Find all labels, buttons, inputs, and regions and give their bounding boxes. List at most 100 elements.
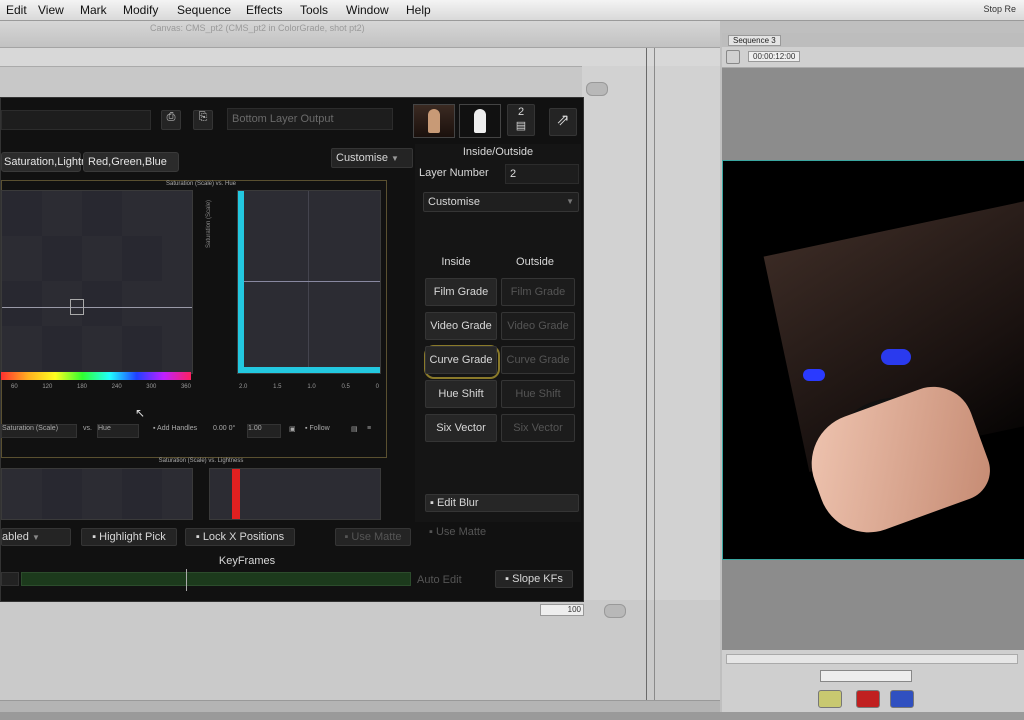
grid-cell [82,281,122,326]
saturation-range-graph[interactable] [237,190,381,374]
enabled-label: abled [2,531,29,543]
host-zoom-toggle[interactable] [604,604,626,618]
tab-sequence[interactable]: Sequence 3 [728,35,781,46]
color-grade-plugin-panel: ⎙ ⎘ Bottom Layer Output 2 ▤ ⇗ Saturation,… [0,97,584,602]
customise-dropdown[interactable]: Customise ▼ [423,192,579,212]
viewer-jog-control[interactable] [820,670,912,682]
preset-field[interactable] [1,110,151,130]
lock-x-positions-toggle[interactable]: ▪ Lock X Positions [185,528,295,546]
axis-select-label: Hue [98,425,111,432]
lightness-range-graph[interactable] [209,468,381,520]
use-matte-bottom-label: Use Matte [351,531,402,543]
menu-view[interactable]: View [38,3,64,17]
inside-grade-button[interactable]: Curve Grade [425,346,497,374]
zoom-field[interactable]: 100 [540,604,584,616]
outside-grade-button[interactable]: Film Grade [501,278,575,306]
overwrite-button[interactable] [890,690,914,708]
grid-cell [122,236,162,281]
layer-number-label: Layer Number [419,167,489,179]
chevron-down-icon: ▼ [31,533,40,542]
load-icon[interactable]: ⎘ [193,110,213,130]
matte-silhouette-icon [474,109,486,133]
customise-top-dropdown[interactable]: Customise ▼ [331,148,413,168]
matte-thumbnail[interactable] [459,104,501,138]
inside-grade-button[interactable]: Hue Shift [425,380,497,408]
graph-options-icon[interactable]: ▤ [351,425,358,433]
handle-value[interactable]: 0.00 0° [213,425,235,432]
original-layer-thumbnail[interactable] [413,104,455,138]
stop-recording-label[interactable]: Stop Re [983,4,1016,14]
menu-modify[interactable]: Modify [123,3,158,17]
keyframe-prev-button[interactable] [1,572,19,586]
menu-sequence[interactable]: Sequence [177,3,231,17]
scale-field[interactable]: 1.00 [247,424,281,438]
outside-grade-button[interactable]: Curve Grade [501,346,575,374]
viewer-transport-area [722,650,1024,712]
use-matte-bottom-toggle[interactable]: ▪ Use Matte [335,528,411,546]
menu-tools[interactable]: Tools [300,3,328,17]
face-icon [428,109,440,133]
slope-kfs-toggle[interactable]: ▪ Slope KFs [495,570,573,588]
highlight-pick-toggle[interactable]: ▪ Highlight Pick [81,528,177,546]
layer-count-button[interactable]: 2 ▤ [507,104,535,136]
curve-select[interactable]: Saturation (Scale) [1,424,77,438]
inside-grade-button[interactable]: Six Vector [425,414,497,442]
inside-grade-button[interactable]: Video Grade [425,312,497,340]
add-handles-checkbox[interactable]: ▪ Add Handles [153,425,197,432]
tab-red-green-blue[interactable]: Red,Green,Blue [83,152,179,172]
play-in-out-button[interactable] [818,690,842,708]
menu-window[interactable]: Window [346,3,389,17]
popout-icon[interactable]: ⇗ [549,108,577,136]
grid-cell [122,469,162,519]
follow-checkbox[interactable]: ▪ Follow [305,425,330,432]
lightness-curve-graph[interactable] [1,468,193,520]
layer-number-field[interactable]: 2 [505,164,579,184]
layer-output-field[interactable]: Bottom Layer Output [227,108,393,130]
layer-count: 2 [517,106,525,118]
outside-grade-button[interactable]: Six Vector [501,414,575,442]
video-frame[interactable] [722,160,1024,560]
curve-select-label: Saturation (Scale) [2,425,59,432]
viewer-tab-strip: Sequence 3 [722,33,1024,47]
follow-label: Follow [309,425,330,432]
blue-knob-icon [881,349,911,365]
inside-grade-button[interactable]: Film Grade [425,278,497,306]
host-toolbar [0,48,720,67]
menu-effects[interactable]: Effects [246,3,282,17]
viewer-scrubber[interactable] [726,654,1018,664]
enabled-dropdown[interactable]: abled ▼ [1,528,71,546]
scale-value: 1.00 [248,425,262,432]
grid-cell [2,191,42,236]
use-matte-label: Use Matte [435,526,487,538]
timecode-field[interactable]: 00:00:12:00 [748,51,801,62]
hue-spectrum-bar [1,372,191,380]
tab-saturation-lightness[interactable]: Saturation,Lightness [1,152,104,172]
menu-bar: Edit View Mark Modify Sequence Effects T… [0,0,1024,21]
keyframe-track[interactable] [21,569,411,591]
outside-grade-button[interactable]: Hue Shift [501,380,575,408]
hue-curve-line [2,307,192,308]
customise-label: Customise [428,196,480,208]
record-button[interactable] [856,690,880,708]
host-play-toggle[interactable] [586,82,608,96]
menu-help[interactable]: Help [406,3,431,17]
grid-cell [42,326,82,371]
edit-blur-toggle[interactable]: ▪ Edit Blur [425,494,579,512]
inside-column-header: Inside [441,256,471,268]
vs-label: vs. [83,425,92,432]
graph-menu-icon[interactable]: ≡ [367,425,371,432]
reset-icon[interactable]: ▣ [289,425,296,433]
saturation-axis-ticks: 2.0 1.5 1.0 0.5 0 [239,384,379,390]
hue-curve-graph[interactable] [1,190,193,374]
outside-grade-button[interactable]: Video Grade [501,312,575,340]
keyframe-playhead[interactable] [186,569,187,591]
menu-mark[interactable]: Mark [80,3,107,17]
auto-edit-label[interactable]: Auto Edit [417,574,462,586]
timeline-line [646,48,647,708]
menu-edit[interactable]: Edit [6,3,27,17]
axis-select[interactable]: Hue [97,424,139,438]
use-matte-toggle[interactable]: ▪ Use Matte [429,526,486,538]
save-icon[interactable]: ⎙ [161,110,181,130]
viewer-snap-icon[interactable] [726,50,740,64]
curve-handle[interactable] [70,299,84,315]
